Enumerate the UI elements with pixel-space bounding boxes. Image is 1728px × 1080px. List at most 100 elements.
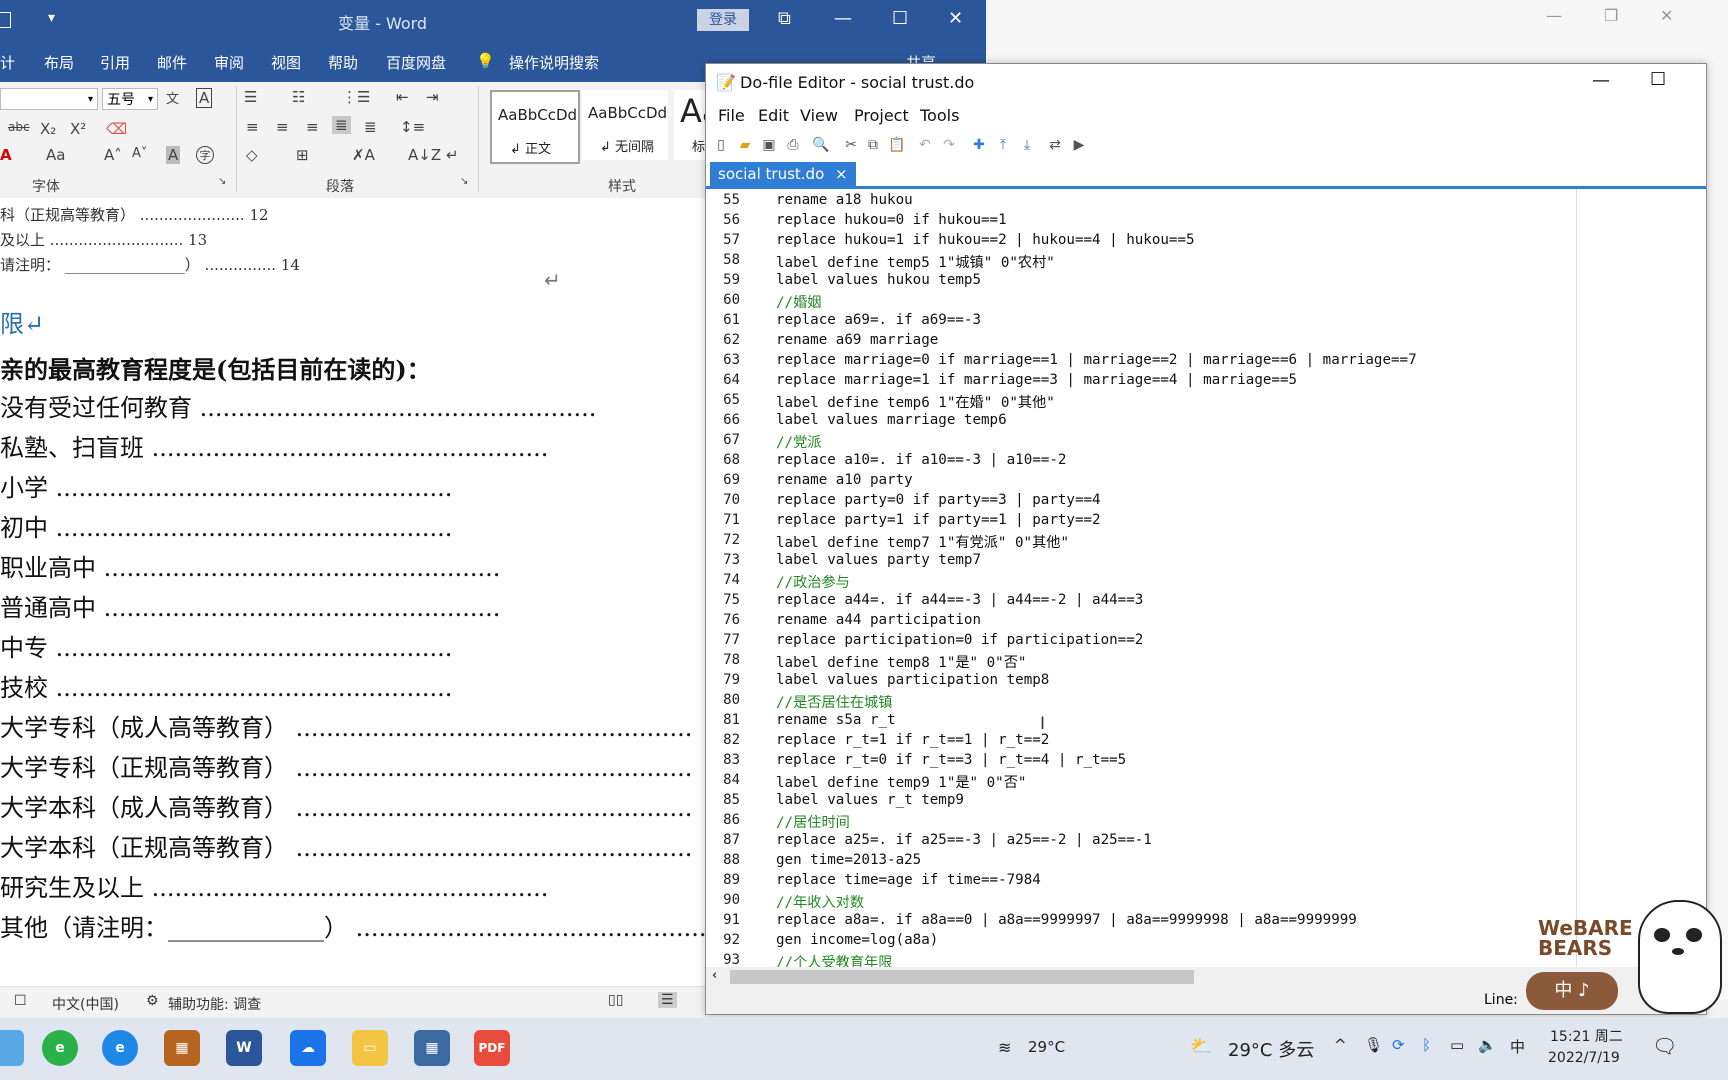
tab-help[interactable]: 帮助 [328, 52, 358, 73]
new-file-icon[interactable]: ▯ [712, 136, 730, 154]
execute-icon[interactable]: ▶ [1070, 136, 1088, 154]
print-icon[interactable]: ⎙ [784, 136, 802, 154]
tab-layout[interactable]: 布局 [44, 52, 74, 73]
winrar-icon[interactable]: ▦ [164, 1030, 200, 1066]
menu-tools[interactable]: Tools [920, 106, 959, 125]
ime-mascot-badge[interactable]: 中 ♪ [1526, 972, 1618, 1010]
borders-icon[interactable]: ⊞ [296, 146, 309, 164]
sort-icon[interactable]: A↓Z [408, 146, 441, 164]
phonetic-guide-icon[interactable]: 文 [166, 88, 179, 107]
close-icon[interactable]: ✕ [948, 8, 963, 29]
word-app-icon[interactable]: W [226, 1030, 262, 1066]
save-icon[interactable]: ▣ [760, 136, 778, 154]
change-case-icon[interactable]: Aa [46, 146, 65, 164]
decrease-indent-icon[interactable]: ⇤ [396, 88, 409, 106]
sync-icon[interactable]: ⟳ [1392, 1036, 1405, 1054]
shading-icon[interactable]: ◇ [246, 146, 258, 164]
quick-access-dropdown-icon[interactable]: ▾ [48, 10, 55, 26]
bg-close-icon[interactable]: ✕ [1660, 6, 1673, 25]
font-name-box[interactable]: ▾ [0, 88, 98, 110]
minimize-icon[interactable]: — [834, 8, 852, 29]
accessibility-status[interactable]: 辅助功能: 调查 [168, 994, 261, 1014]
paste-icon[interactable]: 📋 [888, 136, 906, 154]
tab-references[interactable]: 引用 [100, 52, 130, 73]
menu-view[interactable]: View [800, 106, 838, 125]
show-marks-icon[interactable]: ↵ [446, 146, 459, 164]
font-size-box[interactable]: 五号 ▾ [102, 88, 158, 110]
strikethrough-icon[interactable]: abc [8, 120, 30, 134]
toggle-bookmark-icon[interactable]: ✚ [970, 136, 988, 154]
battery-icon[interactable]: ▭ [1450, 1036, 1464, 1054]
character-shading-icon[interactable]: A [166, 146, 181, 164]
next-bookmark-icon[interactable]: ⤓ [1018, 136, 1036, 154]
toc-entry[interactable]: 及以上 ............................ 13 [0, 229, 207, 250]
font-color-icon[interactable]: A [0, 146, 12, 164]
subscript-icon[interactable]: X₂ [40, 120, 56, 138]
redo-icon[interactable]: ↷ [940, 136, 958, 154]
tab-close-icon[interactable]: × [835, 165, 848, 183]
superscript-icon[interactable]: X² [70, 120, 86, 138]
minimize-icon[interactable]: — [1592, 70, 1610, 91]
open-file-icon[interactable]: ▰ [736, 136, 754, 154]
chevron-down-icon[interactable]: ▾ [88, 89, 93, 111]
stata-app-icon[interactable]: ▦ [414, 1030, 450, 1066]
print-layout-icon[interactable]: ☰ [658, 992, 677, 1008]
style-no-spacing[interactable]: AaBbCcDd ↲ 无间隔 [582, 90, 668, 160]
file-explorer-icon[interactable]: ▭ [352, 1030, 388, 1066]
line-spacing-icon[interactable]: ↕≡ [400, 118, 425, 136]
weather-temp-left[interactable]: 29°C [1028, 1038, 1065, 1056]
save-icon[interactable] [0, 12, 11, 28]
app-icon[interactable] [0, 1030, 24, 1066]
style-normal[interactable]: AaBbCcDd ↲ 正文 [490, 90, 580, 164]
login-button[interactable]: 登录 [697, 9, 749, 31]
cut-icon[interactable]: ✂ [842, 136, 860, 154]
paragraph-dialog-launcher-icon[interactable]: ↘ [460, 176, 468, 187]
font-dialog-launcher-icon[interactable]: ↘ [218, 176, 226, 187]
bullets-icon[interactable]: ☰ [244, 88, 257, 106]
toc-entry[interactable]: 科（正规高等教育） ...................... 12 [0, 204, 269, 225]
align-right-icon[interactable]: ≡ [306, 118, 319, 136]
tab-social-trust[interactable]: social trust.do × [710, 162, 856, 186]
increase-indent-icon[interactable]: ⇥ [426, 88, 439, 106]
microphone-icon[interactable]: 🎙 [1364, 1036, 1383, 1054]
bg-restore-icon[interactable]: ❐ [1604, 6, 1618, 25]
weather-status[interactable]: 29°C 多云 [1228, 1036, 1314, 1062]
undo-icon[interactable]: ↶ [916, 136, 934, 154]
tab-mailings[interactable]: 邮件 [157, 52, 187, 73]
menu-project[interactable]: Project [854, 106, 909, 125]
menu-edit[interactable]: Edit [758, 106, 789, 125]
scrollbar-thumb[interactable] [730, 970, 1194, 984]
language-status[interactable]: 中文(中国) [52, 994, 119, 1014]
menu-file[interactable]: File [718, 106, 745, 125]
show-file-in-viewer-icon[interactable]: ⇄ [1046, 136, 1064, 154]
enclose-characters-icon[interactable]: 字 [196, 146, 214, 164]
tab-view[interactable]: 视图 [271, 52, 301, 73]
multilevel-list-icon[interactable]: ⋮☰ [342, 88, 370, 106]
scroll-left-icon[interactable]: ‹ [712, 968, 717, 983]
ime-indicator[interactable]: 中 [1510, 1036, 1525, 1057]
copy-icon[interactable]: ⧉ [864, 136, 882, 154]
volume-icon[interactable]: 🔈 [1478, 1036, 1497, 1054]
clock-time[interactable]: 15:21 周二 [1550, 1026, 1623, 1046]
chevron-up-icon[interactable]: ^ [1334, 1036, 1347, 1054]
grow-font-icon[interactable]: A˄ [104, 146, 122, 164]
chinese-layout-icon[interactable]: ✗A [352, 146, 375, 164]
tab-design[interactable]: 计 [0, 52, 15, 73]
distributed-icon[interactable]: ≣ [364, 118, 377, 136]
justify-icon[interactable]: ≣ [332, 116, 351, 134]
read-mode-icon[interactable]: ▯▯ [608, 992, 623, 1008]
shrink-font-icon[interactable]: A˅ [132, 146, 147, 161]
maximize-icon[interactable]: ☐ [1650, 69, 1666, 90]
bluetooth-icon[interactable]: ᛒ [1422, 1036, 1431, 1054]
toc-entry[interactable]: 请注明： ________________） ............... 1… [0, 254, 300, 275]
bg-minimize-icon[interactable]: — [1546, 6, 1562, 25]
tell-me-search[interactable]: 操作说明搜索 [509, 52, 599, 73]
proofing-icon[interactable]: ☐ [14, 993, 27, 1009]
clear-formatting-icon[interactable]: ⌫ [106, 120, 127, 138]
ie-browser-icon[interactable]: e [102, 1030, 138, 1066]
chevron-down-icon[interactable]: ▾ [148, 89, 153, 111]
align-center-icon[interactable]: ≡ [276, 118, 289, 136]
previous-bookmark-icon[interactable]: ⤒ [994, 136, 1012, 154]
browser-360-icon[interactable]: e [42, 1030, 78, 1066]
tab-baidu-netdisk[interactable]: 百度网盘 [386, 52, 446, 73]
